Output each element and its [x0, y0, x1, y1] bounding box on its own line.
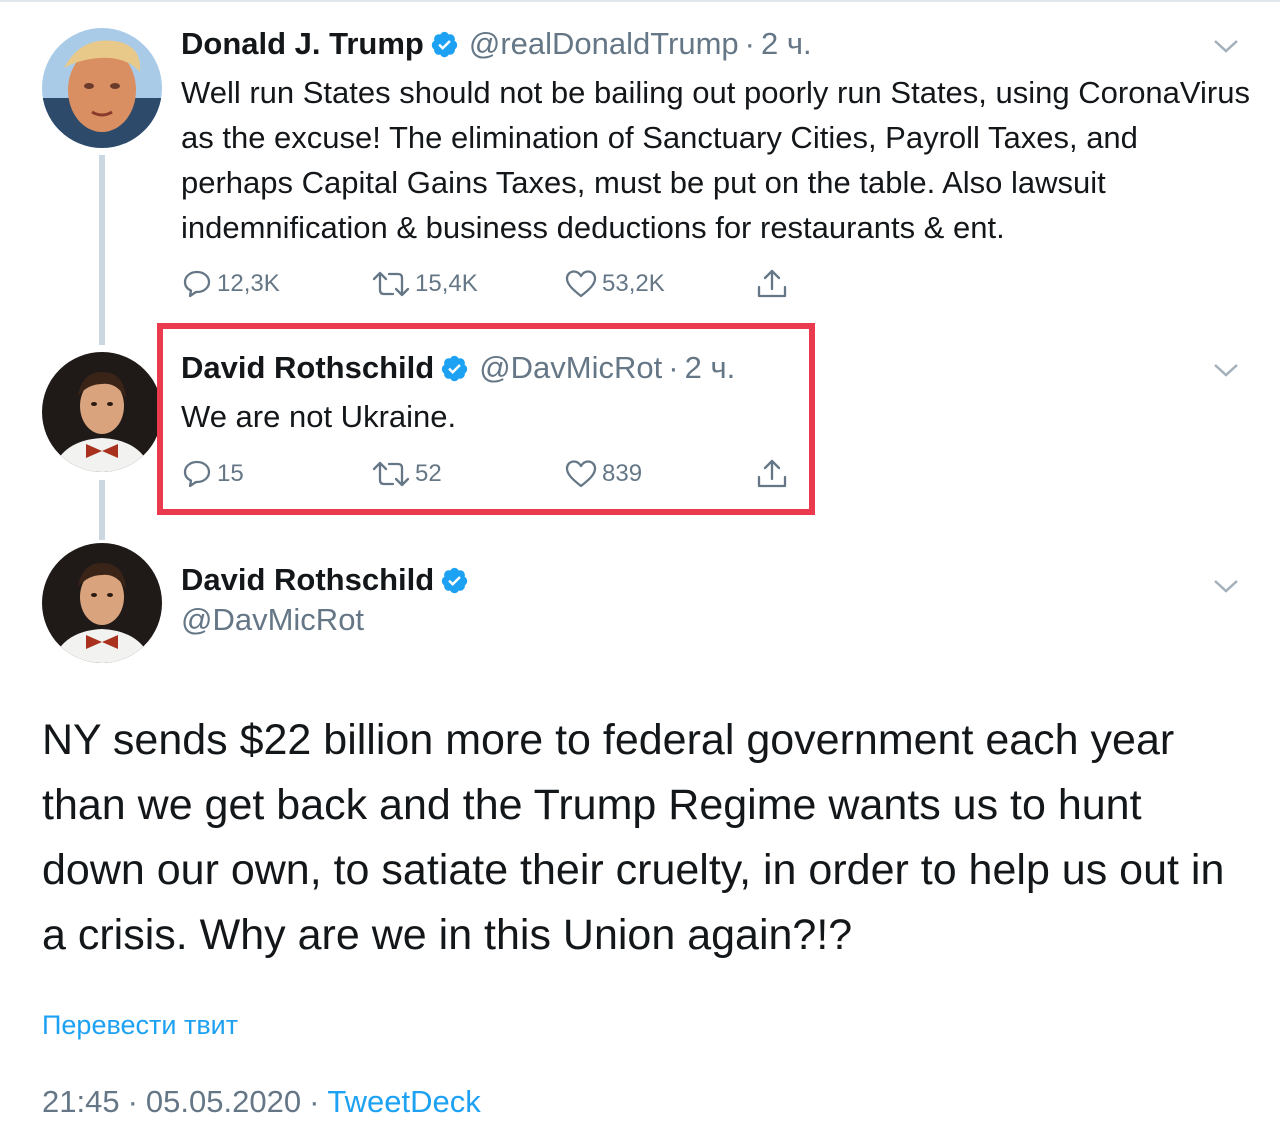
avatar[interactable] — [42, 352, 162, 472]
tweet-date[interactable]: 05.05.2020 — [146, 1084, 301, 1120]
retweet-icon — [372, 271, 410, 297]
main-tweet-text: NY sends $22 billion more to federal gov… — [42, 716, 1225, 959]
retweet-count: 15,4K — [415, 270, 478, 297]
chevron-down-icon[interactable] — [1212, 36, 1240, 56]
thread-tweet-trump[interactable]: Donald J. Trump @realDonaldTrump · 2 ч. … — [0, 0, 1280, 345]
share-button[interactable] — [755, 267, 793, 301]
reply-icon — [183, 270, 211, 298]
avatar[interactable] — [42, 28, 162, 148]
reply-button[interactable]: 12,3K — [181, 267, 280, 301]
tweet-header: Donald J. Trump @realDonaldTrump · 2 ч. — [181, 24, 812, 64]
retweet-button[interactable]: 15,4K — [371, 267, 478, 301]
tweet-text: Well run States should not be bailing ou… — [181, 75, 1250, 245]
chevron-down-icon[interactable] — [1212, 360, 1240, 380]
separator-dot: · — [744, 26, 755, 61]
avatar[interactable] — [42, 543, 162, 663]
translate-tweet-link[interactable]: Перевести твит — [42, 1010, 238, 1041]
chevron-down-icon[interactable] — [1212, 576, 1240, 596]
thread-connector — [99, 480, 105, 540]
user-handle[interactable]: @DavMicRot — [181, 600, 364, 640]
main-author: David Rothschild — [181, 560, 479, 600]
separator-dot: · — [309, 1084, 320, 1119]
thread-connector — [99, 155, 105, 345]
tweet-timestamp[interactable]: 21:45 — [42, 1084, 120, 1120]
tweet-time[interactable]: 2 ч. — [761, 26, 812, 62]
heart-icon — [565, 270, 597, 298]
share-icon — [757, 269, 787, 298]
tweet-source-link[interactable]: TweetDeck — [327, 1084, 480, 1120]
reply-count: 12,3K — [217, 270, 280, 297]
highlight-box — [157, 323, 815, 515]
display-name[interactable]: Donald J. Trump — [181, 26, 424, 62]
tweet-actions: 12,3K 15,4K 53,2K — [181, 267, 801, 301]
like-count: 53,2K — [602, 270, 665, 297]
verified-badge-icon — [442, 567, 468, 593]
tweet-meta: 21:45 · 05.05.2020 · TweetDeck — [42, 1084, 481, 1120]
user-handle[interactable]: @realDonaldTrump — [469, 26, 739, 62]
separator-dot: · — [127, 1084, 138, 1119]
like-button[interactable]: 53,2K — [564, 267, 665, 301]
verified-badge-icon — [431, 31, 458, 57]
display-name[interactable]: David Rothschild — [181, 562, 434, 598]
